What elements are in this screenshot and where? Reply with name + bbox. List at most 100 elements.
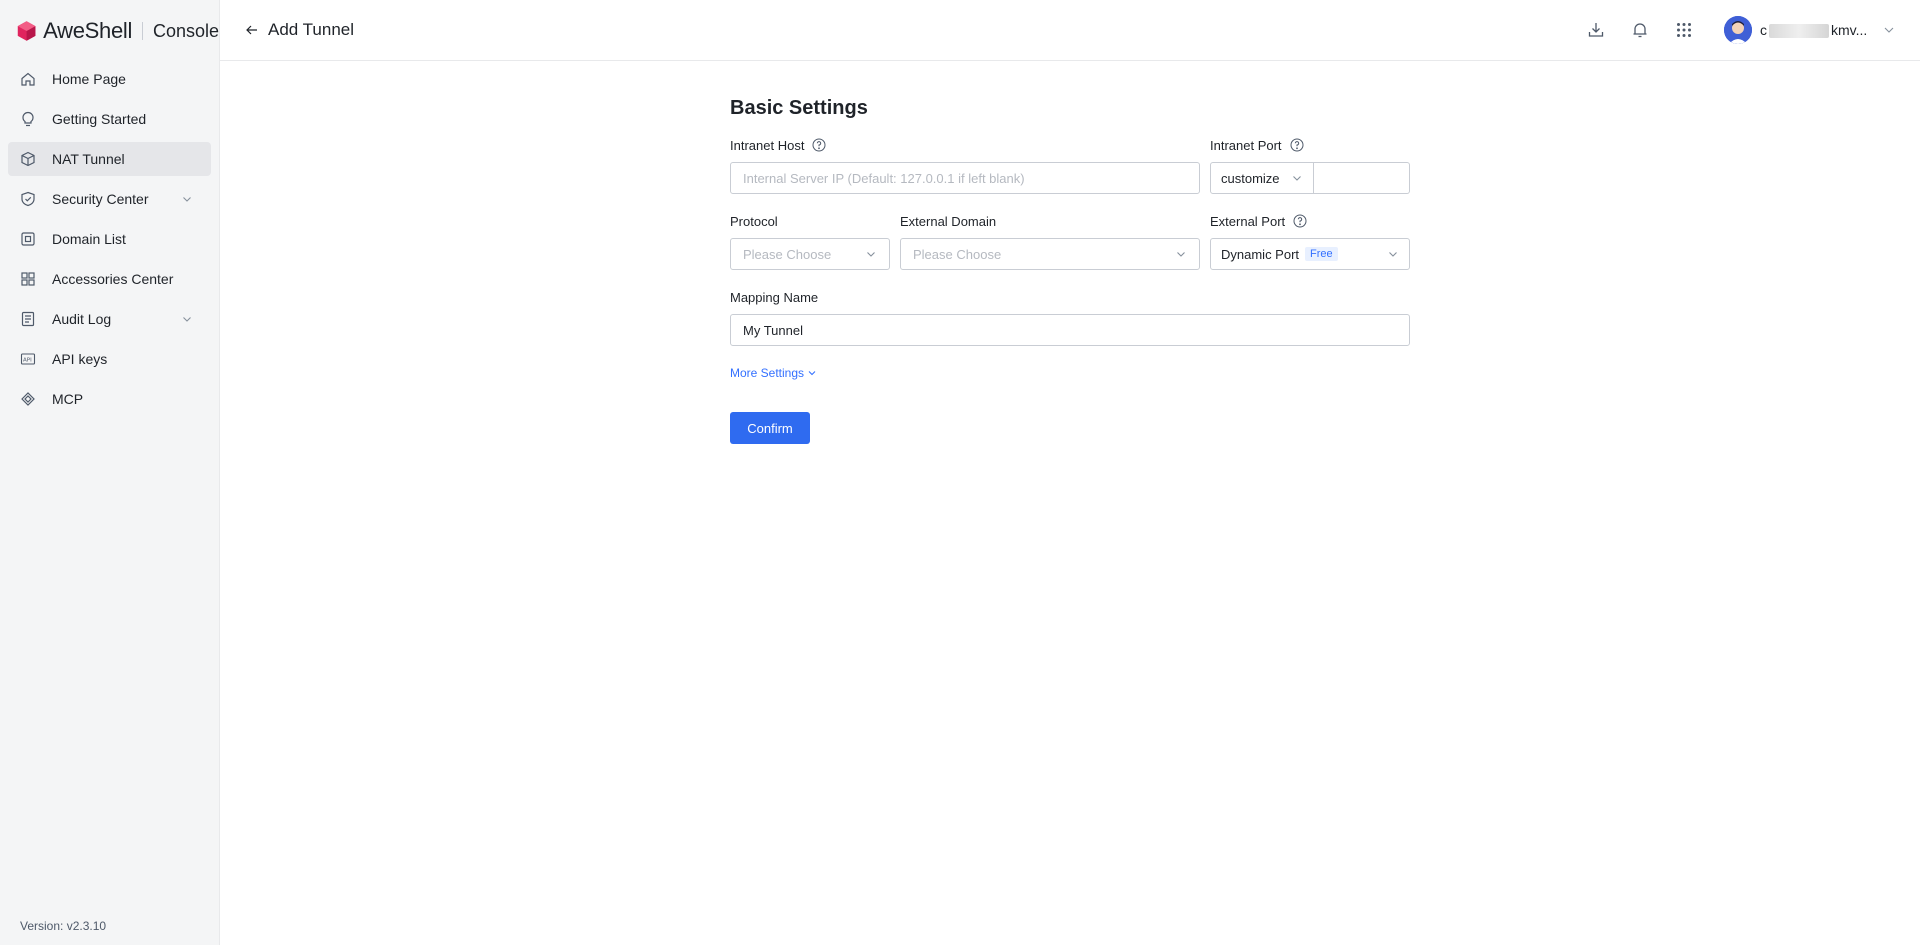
content: Basic Settings Intranet Host Internal Se… [220, 61, 1920, 945]
topbar: Add Tunnel c kmv... [220, 0, 1920, 61]
svg-text:API: API [23, 358, 32, 364]
chevron-down-icon [1291, 172, 1303, 184]
external-port-value: Dynamic Port [1221, 246, 1300, 262]
intranet-port-mode-value: customize [1221, 170, 1280, 186]
intranet-host-input[interactable]: Internal Server IP (Default: 127.0.0.1 i… [730, 162, 1200, 194]
sidebar-item-label: NAT Tunnel [52, 151, 125, 167]
app-root: AweShell Console Home Page Getting Start… [0, 0, 1920, 945]
domain-icon [20, 231, 36, 247]
external-port-label: External Port [1210, 210, 1410, 232]
sidebar-item-nat-tunnel[interactable]: NAT Tunnel [8, 142, 211, 176]
bell-icon[interactable] [1630, 20, 1650, 40]
sidebar-item-audit-log[interactable]: Audit Log [8, 302, 211, 336]
username-start: c [1760, 21, 1767, 38]
intranet-port-label: Intranet Port [1210, 134, 1410, 156]
sidebar: AweShell Console Home Page Getting Start… [0, 0, 220, 945]
external-port-value-wrap: Dynamic Port Free [1221, 247, 1338, 262]
external-port-label-text: External Port [1210, 213, 1286, 229]
username-end: kmv... [1831, 21, 1868, 38]
form-row-mapping: Mapping Name My Tunnel [730, 286, 1410, 346]
brand[interactable]: AweShell Console [0, 0, 219, 62]
intranet-host-group: Intranet Host Internal Server IP (Defaul… [730, 134, 1200, 194]
page-title: Add Tunnel [268, 20, 355, 39]
home-icon [20, 71, 36, 87]
log-icon [20, 311, 36, 327]
api-icon: API [20, 351, 36, 367]
sidebar-item-mcp[interactable]: MCP [8, 382, 211, 416]
mapping-name-input[interactable]: My Tunnel [730, 314, 1410, 346]
section-title: Basic Settings [730, 97, 868, 119]
username: c kmv... [1760, 21, 1872, 39]
username-redacted [1769, 24, 1829, 39]
more-settings-label: More Settings [730, 366, 805, 380]
more-settings-toggle[interactable]: More Settings [730, 366, 817, 380]
form-row-host: Intranet Host Internal Server IP (Defaul… [730, 134, 1410, 194]
external-domain-group: External Domain Please Choose [900, 210, 1200, 270]
avatar [1724, 16, 1752, 44]
main-area: Add Tunnel c kmv... Basic Settings Intra… [220, 0, 1920, 945]
mapping-name-label: Mapping Name [730, 289, 819, 305]
back-button[interactable]: Add Tunnel [244, 20, 354, 40]
sidebar-item-label: MCP [52, 391, 84, 407]
sidebar-item-label: Getting Started [52, 111, 147, 127]
help-icon[interactable] [1290, 138, 1304, 152]
sidebar-item-label: API keys [52, 351, 108, 367]
version-label: Version: v2.3.10 [20, 919, 107, 933]
brand-divider [142, 22, 143, 40]
sidebar-item-label: Security Center [52, 191, 149, 207]
sidebar-item-getting-started[interactable]: Getting Started [8, 102, 211, 136]
sidebar-item-security-center[interactable]: Security Center [8, 182, 211, 216]
chevron-down-icon [1175, 248, 1187, 260]
intranet-port-controls: customize [1210, 162, 1410, 194]
mcp-icon [20, 391, 36, 407]
sidebar-item-domain-list[interactable]: Domain List [8, 222, 211, 256]
sidebar-item-label: Audit Log [52, 311, 112, 327]
brand-name: AweShell [43, 18, 133, 43]
chevron-down-icon [181, 313, 193, 325]
protocol-group: Protocol Please Choose [730, 210, 890, 270]
sidebar-item-home-page[interactable]: Home Page [8, 62, 211, 96]
sidebar-nav: Home Page Getting Started NAT Tunnel Sec… [0, 62, 219, 416]
brand-console-label: Console [152, 20, 219, 41]
intranet-port-input[interactable] [1314, 162, 1410, 194]
intranet-port-group: Intranet Port customize [1210, 134, 1410, 194]
mapping-name-group: Mapping Name My Tunnel [730, 286, 1410, 346]
form-row-protocol: Protocol Please Choose External Domain P… [730, 210, 1410, 270]
sidebar-item-accessories-center[interactable]: Accessories Center [8, 262, 211, 296]
add-tunnel-form: Basic Settings Intranet Host Internal Se… [730, 97, 1410, 444]
external-port-select[interactable]: Dynamic Port Free [1210, 238, 1410, 270]
cube-icon [20, 151, 36, 167]
chevron-down-icon [1387, 248, 1399, 260]
grid-icon [20, 271, 36, 287]
protocol-placeholder: Please Choose [743, 246, 832, 262]
intranet-host-label-text: Intranet Host [730, 137, 805, 153]
sidebar-item-api-keys[interactable]: API API keys [8, 342, 211, 376]
sidebar-item-label: Accessories Center [52, 271, 174, 287]
external-domain-label: External Domain [900, 213, 997, 229]
help-icon[interactable] [1293, 214, 1307, 228]
external-domain-select[interactable]: Please Choose [900, 238, 1200, 270]
chevron-down-icon [1882, 23, 1896, 37]
aweshell-logo-icon [17, 21, 36, 41]
sidebar-item-label: Home Page [52, 71, 126, 87]
chevron-down-icon [181, 193, 193, 205]
chevron-down-icon [865, 248, 877, 260]
user-menu[interactable]: c kmv... [1724, 16, 1896, 44]
external-domain-placeholder: Please Choose [913, 246, 1002, 262]
top-actions: c kmv... [1562, 16, 1896, 44]
confirm-button[interactable]: Confirm [730, 412, 810, 444]
free-badge: Free [1305, 247, 1338, 261]
intranet-host-label: Intranet Host [730, 134, 1200, 156]
intranet-port-mode-select[interactable]: customize [1210, 162, 1314, 194]
arrow-left-icon [244, 22, 260, 38]
external-port-group: External Port Dynamic Port Free [1210, 210, 1410, 270]
shield-icon [20, 191, 36, 207]
apps-grid-icon[interactable] [1674, 20, 1694, 40]
chevron-down-icon [807, 368, 817, 378]
protocol-label: Protocol [730, 213, 778, 229]
sidebar-item-label: Domain List [52, 231, 126, 247]
protocol-select[interactable]: Please Choose [730, 238, 890, 270]
download-icon[interactable] [1586, 20, 1606, 40]
help-icon[interactable] [812, 138, 826, 152]
intranet-port-label-text: Intranet Port [1210, 137, 1282, 153]
